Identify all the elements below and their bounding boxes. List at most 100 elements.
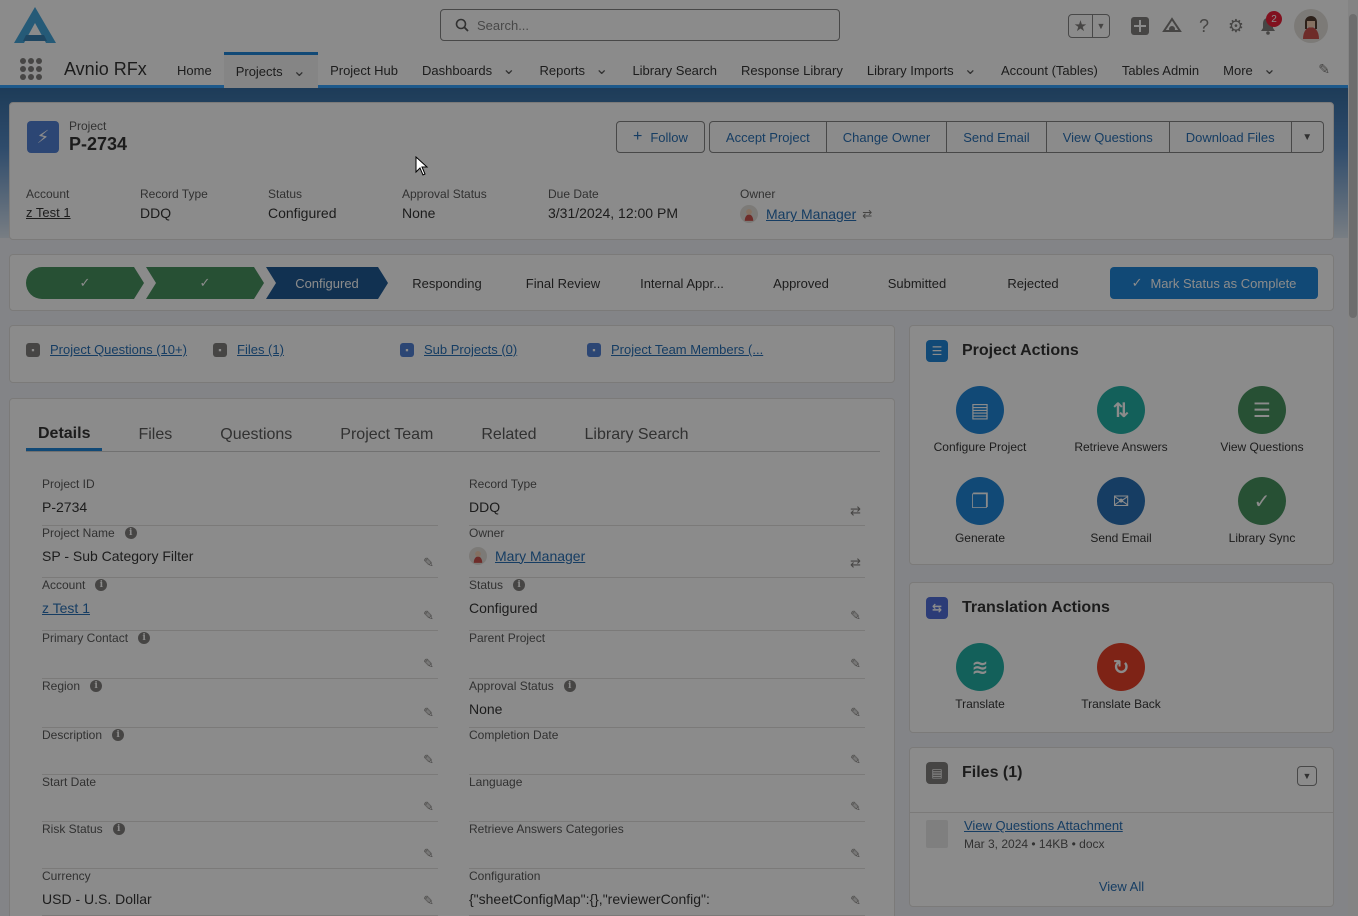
avnio-logo-icon[interactable] — [12, 5, 58, 45]
edit-pencil-icon[interactable]: ✎ — [423, 799, 434, 815]
favorites-group[interactable]: ★ ▼ — [1068, 14, 1110, 38]
quick-link-sub-projects[interactable]: ▪ Sub Projects (0) — [400, 342, 517, 357]
star-icon[interactable]: ★ — [1069, 15, 1093, 37]
path-step-completed-2[interactable]: ✓ — [146, 267, 264, 299]
edit-pencil-icon[interactable]: ✎ — [850, 799, 861, 815]
action-generate[interactable]: ❐ Generate — [910, 477, 1050, 545]
path-step-approved[interactable]: Approved — [744, 267, 858, 299]
chevron-down-icon[interactable]: ⌄ — [1263, 62, 1276, 78]
field-value[interactable]: z Test 1 — [42, 600, 90, 616]
tab-library-search[interactable]: Library Search — [573, 419, 701, 451]
info-icon[interactable]: i — [112, 823, 125, 835]
action-library-sync[interactable]: ✓ Library Sync — [1192, 477, 1332, 545]
edit-pencil-icon[interactable]: ✎ — [423, 705, 434, 721]
quick-link-files[interactable]: ▪ Files (1) — [213, 342, 284, 357]
edit-pencil-icon[interactable]: ✎ — [423, 555, 434, 571]
tab-related[interactable]: Related — [469, 419, 548, 451]
edit-pencil-icon[interactable]: ✎ — [850, 752, 861, 768]
view-all-files-link[interactable]: View All — [910, 879, 1333, 894]
user-avatar[interactable] — [1294, 9, 1328, 43]
global-search[interactable] — [440, 9, 840, 41]
owner-link[interactable]: Mary Manager — [766, 206, 856, 222]
change-owner-icon[interactable]: ⇄ — [862, 207, 872, 221]
search-input[interactable] — [477, 14, 827, 36]
chevron-down-icon[interactable]: ⌄ — [293, 63, 306, 79]
path-step-final-review[interactable]: Final Review — [506, 267, 620, 299]
trailhead-icon[interactable] — [1156, 10, 1188, 42]
info-icon[interactable]: i — [563, 680, 576, 692]
quick-link-project-questions[interactable]: ▪ Project Questions (10+) — [26, 342, 187, 357]
sync-icon[interactable]: ✓ — [1238, 477, 1286, 525]
nav-item-tables-admin[interactable]: Tables Admin — [1110, 52, 1211, 88]
tab-files[interactable]: Files — [126, 419, 184, 451]
email-icon[interactable]: ✉ — [1097, 477, 1145, 525]
chevron-down-icon[interactable]: ⌄ — [964, 62, 977, 78]
edit-pencil-icon[interactable]: ✎ — [850, 608, 861, 624]
edit-pencil-icon[interactable]: ✎ — [423, 608, 434, 624]
page-scrollbar[interactable] — [1348, 0, 1358, 916]
path-step-rejected[interactable]: Rejected — [976, 267, 1090, 299]
tab-project-team[interactable]: Project Team — [328, 419, 445, 451]
path-step-submitted[interactable]: Submitted — [860, 267, 974, 299]
info-icon[interactable]: i — [90, 680, 103, 692]
edit-pencil-icon[interactable]: ✎ — [850, 705, 861, 721]
action-send-email[interactable]: ✉ Send Email — [1051, 477, 1191, 545]
nav-item-dashboards[interactable]: Dashboards ⌄ — [410, 52, 528, 88]
nav-item-response-library[interactable]: Response Library — [729, 52, 855, 88]
info-icon[interactable]: i — [513, 579, 526, 591]
edit-pencil-icon[interactable]: ✎ — [850, 846, 861, 862]
chevron-down-icon[interactable]: ⌄ — [595, 62, 608, 78]
nav-item-home[interactable]: Home — [165, 52, 224, 88]
change-record-type-icon[interactable]: ⇄ — [850, 503, 861, 519]
bell-icon[interactable]: 2 — [1252, 10, 1284, 42]
app-launcher-icon[interactable] — [20, 58, 42, 80]
path-step-configured[interactable]: Configured — [266, 267, 388, 299]
account-link[interactable]: z Test 1 — [26, 205, 140, 220]
nav-item-more[interactable]: More ⌄ — [1211, 52, 1288, 88]
field-value[interactable]: Mary Manager — [495, 548, 585, 564]
file-thumbnail-icon[interactable] — [926, 820, 948, 848]
nav-item-reports[interactable]: Reports ⌄ — [528, 52, 621, 88]
chevron-down-icon[interactable]: ▼ — [1093, 15, 1109, 37]
nav-item-project-hub[interactable]: Project Hub — [318, 52, 410, 88]
edit-pencil-icon[interactable]: ✎ — [423, 656, 434, 672]
info-icon[interactable]: i — [95, 579, 108, 591]
nav-item-projects[interactable]: Projects ⌄ — [223, 52, 319, 88]
translate-back-icon[interactable]: ↻ — [1097, 643, 1145, 691]
help-icon[interactable]: ? — [1188, 10, 1220, 42]
edit-nav-pencil-icon[interactable]: ✎ — [1318, 61, 1330, 78]
action-view-questions[interactable]: ☰ View Questions — [1192, 386, 1332, 454]
chevron-down-icon[interactable]: ⌄ — [502, 62, 515, 78]
send-email-button[interactable]: Send Email — [947, 121, 1047, 153]
nav-item-library-search[interactable]: Library Search — [620, 52, 729, 88]
action-configure-project[interactable]: ▤ Configure Project — [910, 386, 1050, 454]
nav-item-library-imports[interactable]: Library Imports ⌄ — [855, 52, 989, 88]
action-retrieve-answers[interactable]: ⇅ Retrieve Answers — [1051, 386, 1191, 454]
files-menu-chevron-icon[interactable]: ▼ — [1297, 766, 1317, 786]
path-step-internal-appr[interactable]: Internal Appr... — [622, 267, 742, 299]
accept-project-button[interactable]: Accept Project — [708, 121, 827, 153]
file-name-link[interactable]: View Questions Attachment — [964, 818, 1123, 833]
change-owner-button[interactable]: Change Owner — [826, 121, 948, 153]
retrieve-icon[interactable]: ⇅ — [1097, 386, 1145, 434]
translate-icon[interactable]: ≋ — [956, 643, 1004, 691]
quick-link-team-members[interactable]: ▪ Project Team Members (... — [587, 342, 763, 357]
action-translate[interactable]: ≋ Translate — [910, 643, 1050, 711]
info-icon[interactable]: i — [112, 729, 125, 741]
follow-button[interactable]: + Follow — [616, 121, 705, 153]
edit-pencil-icon[interactable]: ✎ — [423, 893, 434, 909]
more-actions-chevron-icon[interactable]: ▼ — [1291, 121, 1324, 153]
scrollbar-thumb[interactable] — [1349, 14, 1357, 318]
action-translate-back[interactable]: ↻ Translate Back — [1051, 643, 1191, 711]
tab-questions[interactable]: Questions — [208, 419, 304, 451]
configure-icon[interactable]: ▤ — [956, 386, 1004, 434]
mark-status-complete-button[interactable]: ✓ Mark Status as Complete — [1110, 267, 1318, 299]
list-icon[interactable]: ☰ — [1238, 386, 1286, 434]
info-icon[interactable]: i — [138, 632, 151, 644]
tab-details[interactable]: Details — [26, 419, 103, 451]
edit-pencil-icon[interactable]: ✎ — [850, 656, 861, 672]
gear-icon[interactable]: ⚙ — [1220, 10, 1252, 42]
path-step-completed-1[interactable]: ✓ — [26, 267, 144, 299]
nav-item-account-tables[interactable]: Account (Tables) — [989, 52, 1110, 88]
edit-pencil-icon[interactable]: ✎ — [423, 752, 434, 768]
